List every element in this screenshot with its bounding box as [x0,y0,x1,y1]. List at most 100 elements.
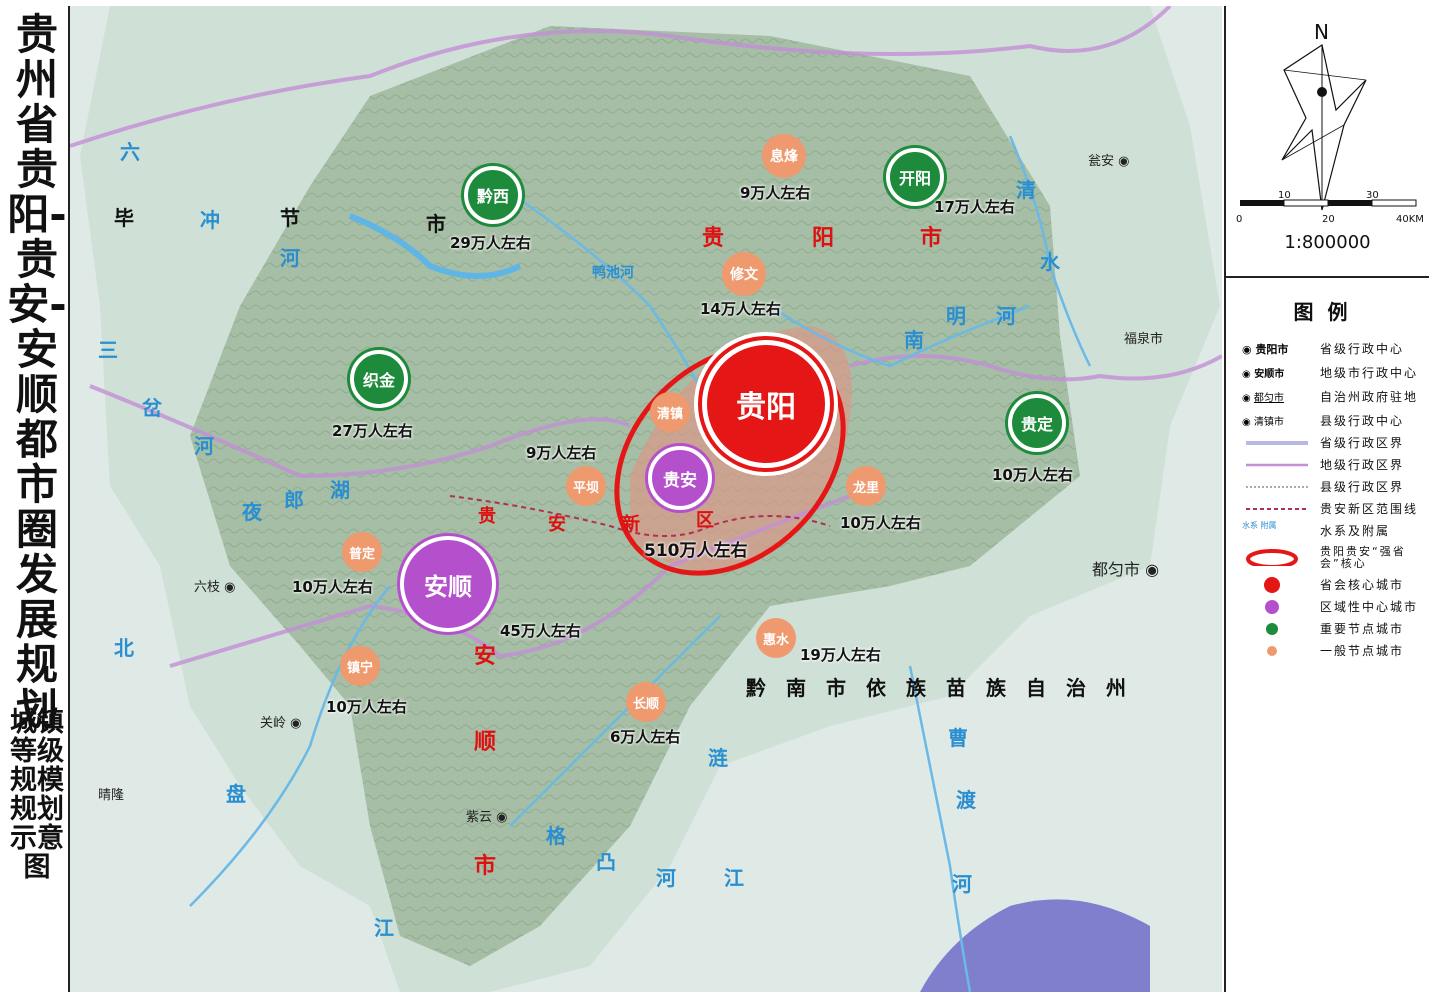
yelang-lake-char-2: 郎 [284,488,304,512]
guian-new-char-3: 新 [622,514,642,535]
changshun-name: 长顺 [632,696,659,712]
liuchong-river-char-3: 河 [280,246,300,270]
qingzhen-name: 清镇 [656,406,683,422]
anshun-city-char-2: 顺 [474,730,499,755]
nanming-river-char-3: 河 [996,304,1016,328]
legend-symbol-core-city [1264,577,1280,593]
legend-label-4: 县级行政中心 [1320,414,1405,428]
changshun-population: 6万人左右 [610,728,681,746]
zhenning-node-marker[interactable]: 镇宁 [340,646,380,686]
zhijin-name: 织金 [362,371,395,390]
bijie-char-1: 毕 [114,206,134,230]
legend-row-prefecture-center: ◉ 安顺市 地级市行政中心 [1242,362,1426,384]
guiding-node-marker[interactable]: 贵定 [1008,394,1066,452]
wengan-label: 瓮安 ◉ [1088,154,1130,169]
kaiyang-population: 17万人左右 [934,198,1015,216]
longli-population: 10万人左右 [840,514,921,532]
qianxi-population: 29万人左右 [450,234,531,252]
guian-new-char-2: 安 [548,514,568,535]
legend-label-14: 一般节点城市 [1320,644,1405,658]
yachi-river-label: 鸭池河 [592,265,634,281]
longli-node-marker[interactable]: 龙里 [846,466,886,506]
qinglong-label: 晴隆 [98,788,125,803]
pingba-name: 平坝 [572,480,599,496]
legend-row-guian-line: 贵安新区范围线 [1242,498,1426,520]
legend-symbol-important-node [1266,623,1278,635]
legend-row-autonomous-seat: ◉ 都匀市 自治州政府驻地 [1242,386,1426,408]
scale-tick-40: 40KM [1396,214,1424,225]
getu-river-char-3: 河 [656,866,676,890]
legend-symbol-provincial-border [1246,441,1308,445]
title-column: 贵州省贵阳-贵安-安顺都市圈发展规划 城镇等级规模规划示意图 [6,6,70,992]
legend-label-1: 省级行政中心 [1320,342,1405,356]
legend-row-county-border: 县级行政区界 [1242,476,1426,498]
sidebar-panel: N 0 10 20 30 40KM 1:800000 图例 ◉ 贵阳市 省级行政… [1224,6,1429,992]
legend-sym-text-3: ◉ 都匀市 [1242,393,1284,404]
xifeng-node-marker[interactable]: 息烽 [762,134,806,178]
guiding-name: 贵定 [1020,415,1053,434]
guiyang-core-city-marker[interactable]: 贵阳 [702,340,830,468]
guian-new-char-1: 贵 [478,506,498,527]
legend-label-6: 地级行政区界 [1320,458,1405,472]
qingshui-river-char-1: 清 [1016,178,1036,202]
guiyang-name: 贵阳 [736,390,796,425]
legend-symbol-general-node [1267,646,1277,656]
qingzhen-node-marker[interactable]: 清镇 [650,392,690,432]
qiannan-prefecture-label: 黔南市依族苗族自治州 [746,676,1146,700]
getu-river-char-2: 凸 [596,850,616,874]
legend-row-regional-center: 区域性中心城市 [1242,596,1426,618]
guian-name: 贵安 [663,470,697,491]
guiyang-city-char-2: 阳 [812,226,837,251]
legend-label-11: 省会核心城市 [1320,578,1405,592]
huishui-name: 惠水 [762,632,789,648]
legend-row-prefecture-border: 地级行政区界 [1242,454,1426,476]
legend-sym-text-4: ◉ 清镇市 [1242,417,1284,428]
guian-regional-center-marker[interactable]: 贵安 [648,446,712,510]
zhenning-name: 镇宁 [346,660,373,676]
legend-symbol-guian-line [1246,508,1308,510]
qianxi-node-marker[interactable]: 黔西 [464,166,522,224]
caodu-river-char-2: 渡 [956,788,976,812]
xifeng-name: 息烽 [770,149,798,165]
changshun-node-marker[interactable]: 长顺 [626,682,666,722]
zhijin-population: 27万人左右 [332,422,413,440]
zhenning-population: 10万人左右 [326,698,407,716]
guiding-population: 10万人左右 [992,466,1073,484]
anshun-city-char-3: 市 [474,854,499,879]
legend-symbol-prefecture-center: ◉ 安顺市 [1242,362,1316,384]
legend-label-8: 贵安新区范围线 [1320,502,1419,516]
xiuwen-name: 修文 [730,267,758,283]
legend-symbol-prefecture-border [1246,463,1308,467]
duyun-label: 都匀市 ◉ [1092,560,1160,579]
anshun-city-char-1: 安 [474,644,499,669]
map-canvas[interactable]: 贵阳 510万人左右 安顺 45万人左右 贵安 黔西 29万人左右 织金 27万… [70,6,1222,992]
kaiyang-name: 开阳 [898,169,931,188]
huishui-node-marker[interactable]: 惠水 [756,618,796,658]
beipan-river-char-1: 北 [114,636,134,660]
scale-tick-30: 30 [1366,190,1379,201]
guiyang-city-char-1: 贵 [702,226,727,251]
legend-label-13: 重要节点城市 [1320,622,1405,636]
legend-symbol-county-center: ◉ 清镇市 [1242,410,1316,432]
puding-node-marker[interactable]: 普定 [342,532,382,572]
legend-label-12: 区域性中心城市 [1320,600,1419,614]
lian-river-char-2: 江 [724,866,744,890]
anshun-population: 45万人左右 [500,622,581,640]
sancha-river-char-2: 岔 [142,396,162,420]
zhijin-node-marker[interactable]: 织金 [350,350,408,408]
longli-name: 龙里 [852,480,879,496]
guiyang-population: 510万人左右 [644,541,748,561]
liuchong-river-char-1: 六 [120,140,140,164]
anshun-regional-center-marker[interactable]: 安顺 [400,536,496,632]
xiuwen-node-marker[interactable]: 修文 [722,252,766,296]
legend-panel: 图例 ◉ 贵阳市 省级行政中心 ◉ 安顺市 地级市行政中心 ◉ 都匀市 自治州政… [1226,278,1429,992]
guian-new-char-4: 区 [696,510,716,531]
yelang-lake-char-1: 夜 [242,500,262,524]
bijie-char-2: 节 [280,206,300,230]
pingba-node-marker[interactable]: 平坝 [566,466,606,506]
ziyun-label: 紫云 ◉ [466,810,508,825]
beipan-river-char-3: 江 [374,916,394,940]
scale-tick-10: 10 [1278,190,1291,201]
xifeng-population: 9万人左右 [740,184,811,202]
puding-population: 10万人左右 [292,578,373,596]
